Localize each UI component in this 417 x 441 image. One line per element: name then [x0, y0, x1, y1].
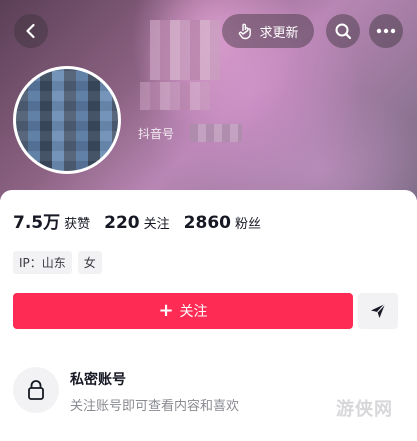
stat-followers[interactable]: 2860 粉丝: [184, 213, 261, 233]
follow-label: 关注: [179, 304, 208, 320]
lock-badge: [13, 367, 59, 413]
avatar-image: [16, 69, 118, 171]
profile-tags: IP：山东 女: [13, 251, 102, 274]
lock-icon: [28, 380, 44, 400]
follow-button[interactable]: + 关注: [13, 293, 353, 329]
stat-likes: 7.5万 获赞: [13, 208, 90, 233]
tag-ip-location: IP：山东: [13, 251, 72, 274]
plus-icon: +: [158, 300, 174, 321]
stat-likes-value: 7.5万: [13, 213, 61, 233]
stat-likes-label: 获赞: [64, 217, 91, 232]
douyin-id-label: 抖音号: [138, 127, 175, 141]
search-icon: [335, 23, 352, 40]
private-account-description: 关注账号即可查看内容和喜欢: [70, 399, 240, 414]
hand-pointer-icon: [239, 23, 252, 40]
search-button[interactable]: [326, 14, 360, 48]
private-account-title: 私密账号: [70, 372, 126, 388]
stats-row: 7.5万 获赞 220 关注 2860 粉丝: [13, 208, 261, 233]
site-watermark: 游侠网: [336, 399, 393, 420]
stat-followers-value: 2860: [183, 213, 231, 233]
avatar[interactable]: [13, 66, 121, 174]
tag-gender: 女: [77, 251, 102, 274]
stat-following-value: 220: [104, 213, 140, 233]
back-button[interactable]: [14, 14, 48, 48]
request-update-button[interactable]: 求更新: [222, 14, 314, 48]
stat-following-label: 关注: [143, 217, 170, 232]
request-update-label: 求更新: [259, 25, 299, 41]
share-button[interactable]: [358, 293, 398, 329]
mosaic-blur: [140, 82, 210, 110]
send-icon: [371, 303, 386, 318]
mosaic-blur: [150, 20, 220, 80]
chevron-left-icon: [26, 23, 35, 39]
more-button[interactable]: [369, 14, 403, 48]
mosaic-blur: [190, 124, 242, 142]
stat-followers-label: 粉丝: [234, 217, 261, 232]
stat-following[interactable]: 220 关注: [104, 213, 170, 233]
more-dots-icon: [376, 28, 396, 34]
